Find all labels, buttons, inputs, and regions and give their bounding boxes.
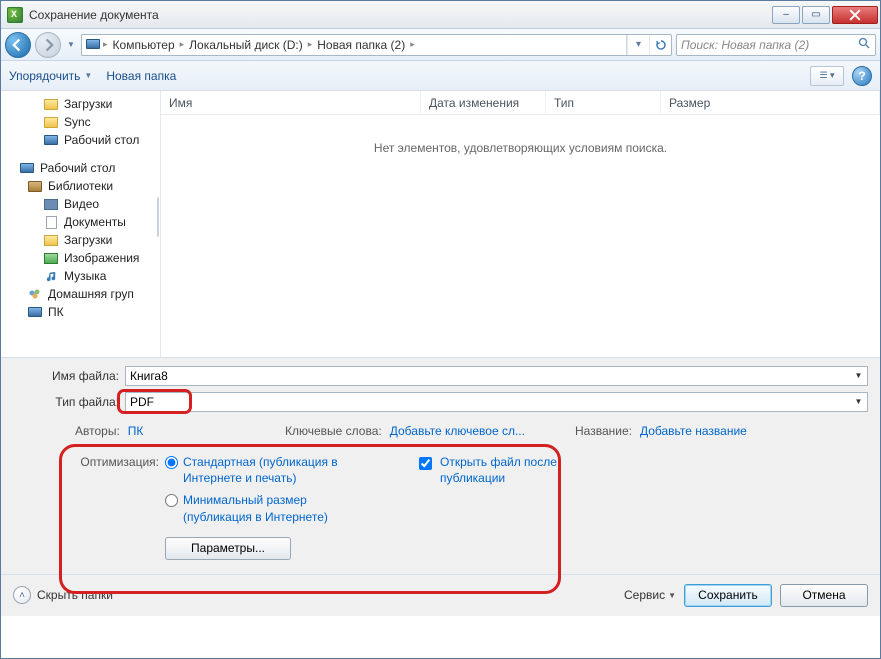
tree-item-desktop[interactable]: Рабочий стол bbox=[1, 159, 160, 177]
homegroup-icon bbox=[27, 287, 43, 301]
filename-input[interactable] bbox=[125, 366, 868, 386]
col-type[interactable]: Тип bbox=[546, 91, 661, 114]
filetype-label: Тип файла: bbox=[13, 395, 125, 409]
filename-label: Имя файла: bbox=[13, 369, 125, 383]
tree-item[interactable]: Музыка bbox=[1, 267, 160, 285]
back-button[interactable] bbox=[5, 32, 31, 58]
tree-item-homegroup[interactable]: Домашняя груп bbox=[1, 285, 160, 303]
tree-item-pc[interactable]: ПК bbox=[1, 303, 160, 321]
col-size[interactable]: Размер bbox=[661, 91, 880, 114]
tree-item[interactable]: Загрузки bbox=[1, 231, 160, 249]
chevron-up-icon: ˄ bbox=[13, 586, 31, 604]
forward-button[interactable] bbox=[35, 32, 61, 58]
authors-value[interactable]: ПК bbox=[128, 424, 144, 438]
radio-standard-label[interactable]: Стандартная (публикация в Интернете и пе… bbox=[183, 454, 365, 486]
col-name[interactable]: Имя bbox=[161, 91, 421, 114]
history-dropdown[interactable]: ▼ bbox=[65, 35, 77, 55]
maximize-button[interactable]: ▭ bbox=[802, 6, 830, 24]
help-button[interactable]: ? bbox=[852, 66, 872, 86]
toolbar: Упорядочить▼ Новая папка ☰ ▾ ? bbox=[1, 61, 880, 91]
tree-item[interactable]: Видео bbox=[1, 195, 160, 213]
file-list-pane: Имя Дата изменения Тип Размер Нет элемен… bbox=[161, 91, 880, 357]
filetype-combo[interactable] bbox=[125, 392, 868, 412]
keywords-value[interactable]: Добавьте ключевое сл... bbox=[390, 424, 525, 438]
tree-item[interactable]: Изображения bbox=[1, 249, 160, 267]
window-title: Сохранение документа bbox=[29, 8, 772, 22]
radio-standard[interactable] bbox=[165, 456, 178, 469]
optimization-label: Оптимизация: bbox=[13, 454, 165, 560]
refresh-button[interactable] bbox=[649, 35, 671, 55]
radio-minimum-label[interactable]: Минимальный размер (публикация в Интерне… bbox=[183, 492, 365, 524]
breadcrumb-bar[interactable]: ▸ Компьютер ▸ Локальный диск (D:) ▸ Нова… bbox=[81, 34, 672, 56]
close-button[interactable] bbox=[832, 6, 878, 24]
new-folder-button[interactable]: Новая папка bbox=[106, 69, 176, 83]
col-date[interactable]: Дата изменения bbox=[421, 91, 546, 114]
search-input[interactable]: Поиск: Новая папка (2) bbox=[676, 34, 876, 56]
app-icon bbox=[7, 7, 23, 23]
tree-item[interactable]: Загрузки bbox=[1, 95, 160, 113]
title-label: Название: bbox=[575, 424, 632, 438]
column-headers[interactable]: Имя Дата изменения Тип Размер bbox=[161, 91, 880, 115]
breadcrumb-seg[interactable]: Локальный диск (D:) bbox=[187, 38, 305, 52]
breadcrumb-dropdown[interactable]: ▾ bbox=[627, 35, 649, 55]
minimize-button[interactable]: – bbox=[772, 6, 800, 24]
tree-item[interactable]: Документы bbox=[1, 213, 160, 231]
music-icon bbox=[43, 269, 59, 283]
empty-message: Нет элементов, удовлетворяющих условиям … bbox=[161, 141, 880, 155]
computer-icon bbox=[86, 38, 100, 52]
checkbox-open-after-label[interactable]: Открыть файл после публикации bbox=[440, 454, 570, 486]
options-button[interactable]: Параметры... bbox=[165, 537, 291, 560]
tree-item[interactable]: Sync bbox=[1, 113, 160, 131]
search-placeholder: Поиск: Новая папка (2) bbox=[681, 38, 809, 52]
tree-item[interactable]: Рабочий стол bbox=[1, 131, 160, 149]
tools-menu[interactable]: Сервис▼ bbox=[624, 588, 676, 602]
view-mode-button[interactable]: ☰ ▾ bbox=[810, 66, 844, 86]
dialog-footer: ˄ Скрыть папки Сервис▼ Сохранить Отмена bbox=[1, 574, 880, 616]
save-form: Имя файла: ▼ Тип файла: ▼ Авторы: ПК Клю… bbox=[1, 357, 880, 574]
folder-tree[interactable]: Загрузки Sync Рабочий стол Рабочий стол … bbox=[1, 91, 161, 357]
navigation-bar: ▼ ▸ Компьютер ▸ Локальный диск (D:) ▸ Но… bbox=[1, 29, 880, 61]
titlebar: Сохранение документа – ▭ bbox=[1, 1, 880, 29]
keywords-label: Ключевые слова: bbox=[285, 424, 382, 438]
authors-label: Авторы: bbox=[75, 424, 120, 438]
checkbox-open-after[interactable] bbox=[419, 457, 432, 470]
radio-minimum[interactable] bbox=[165, 494, 178, 507]
save-dialog-window: Сохранение документа – ▭ ▼ ▸ Компьютер ▸… bbox=[0, 0, 881, 659]
filename-dropdown[interactable]: ▼ bbox=[851, 368, 866, 383]
breadcrumb-seg[interactable]: Новая папка (2) bbox=[315, 38, 407, 52]
title-value[interactable]: Добавьте название bbox=[640, 424, 747, 438]
breadcrumb-seg[interactable]: Компьютер bbox=[111, 38, 177, 52]
save-button[interactable]: Сохранить bbox=[684, 584, 772, 607]
organize-button[interactable]: Упорядочить▼ bbox=[9, 69, 92, 83]
cancel-button[interactable]: Отмена bbox=[780, 584, 868, 607]
tree-item-libraries[interactable]: Библиотеки bbox=[1, 177, 160, 195]
hide-folders-button[interactable]: ˄ Скрыть папки bbox=[13, 586, 113, 604]
filetype-dropdown[interactable]: ▼ bbox=[851, 394, 866, 409]
search-icon bbox=[858, 37, 871, 53]
